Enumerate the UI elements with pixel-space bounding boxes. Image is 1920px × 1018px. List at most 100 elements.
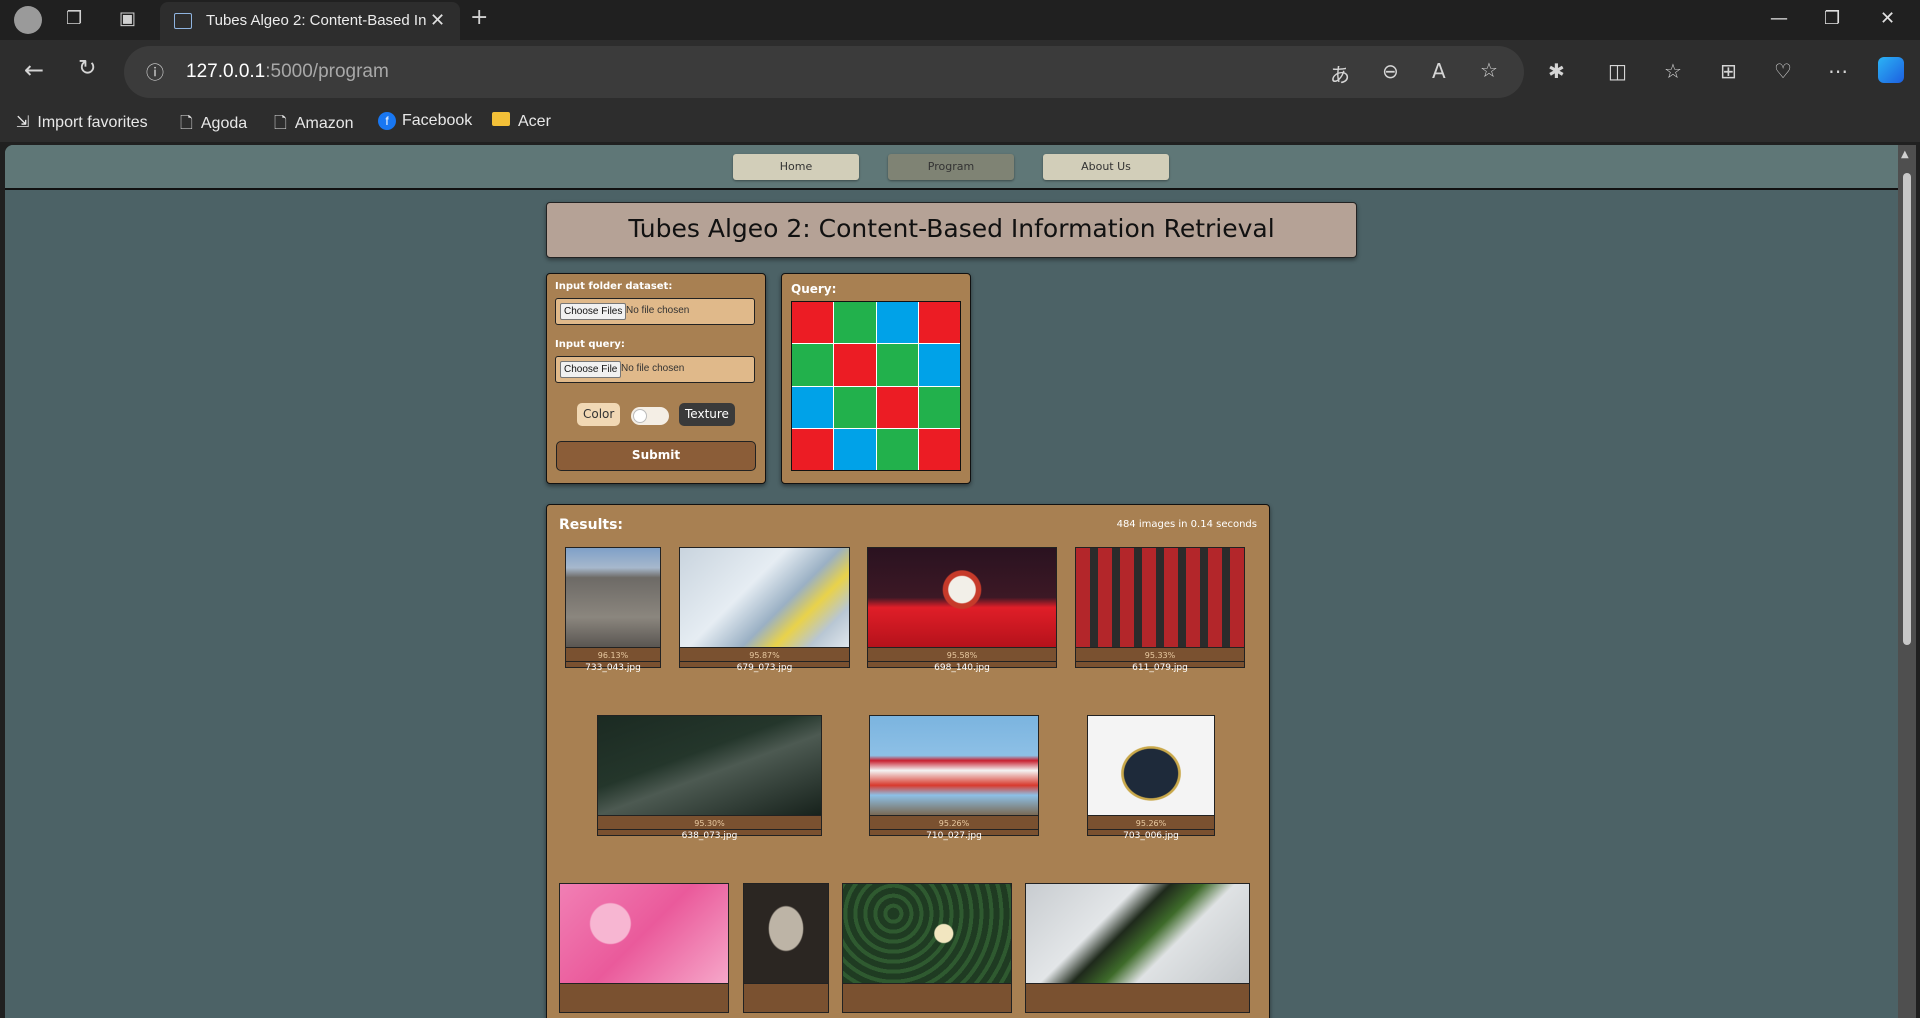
favorite-facebook[interactable]: f Facebook (378, 112, 472, 130)
close-window-icon[interactable]: ✕ (1880, 8, 1895, 29)
query-grid-cell (834, 428, 876, 470)
result-filename: 703_006.jpg (1123, 831, 1179, 841)
page-icon: 🗋 (180, 115, 193, 132)
result-card[interactable]: 95.26% 710_027.jpg (869, 715, 1039, 841)
page-icon: 🗋 (274, 115, 287, 132)
favorite-acer[interactable]: Acer (492, 112, 551, 131)
favorite-star-icon[interactable]: ☆ (1480, 58, 1498, 82)
result-image-plant-tag (843, 884, 1011, 984)
page-title: Tubes Algeo 2: Content-Based Information… (546, 202, 1357, 258)
favorites-icon[interactable]: ☆ (1664, 59, 1682, 83)
dataset-file-input[interactable]: Choose Files No file chosen (555, 298, 755, 325)
choose-files-button[interactable]: Choose Files (560, 303, 627, 320)
query-grid-cell (834, 344, 876, 386)
collections-icon[interactable]: ⊞ (1720, 59, 1737, 83)
color-mode-label[interactable]: Color (577, 403, 621, 426)
result-card[interactable] (1025, 883, 1250, 1013)
page-viewport: Home Program About Us Tubes Algeo 2: Con… (5, 145, 1898, 1018)
dataset-file-status: No file chosen (626, 305, 690, 316)
result-similarity: 95.58% (868, 649, 1056, 662)
result-similarity: 95.87% (680, 649, 849, 662)
query-grid-cell (918, 302, 960, 344)
result-similarity: 95.30% (598, 817, 821, 830)
result-image-cathedral (566, 548, 660, 648)
result-card[interactable] (559, 883, 729, 1013)
query-file-status: No file chosen (621, 363, 685, 374)
query-image (791, 301, 961, 471)
result-card[interactable]: 95.87% 679_073.jpg (679, 547, 850, 673)
result-filename: 710_027.jpg (926, 831, 982, 841)
favorite-amazon[interactable]: 🗋 Amazon (274, 112, 354, 139)
result-similarity: 95.33% (1076, 649, 1244, 662)
folder-icon (492, 112, 510, 126)
result-card[interactable] (842, 883, 1012, 1013)
toggle-knob (633, 409, 647, 423)
query-grid-cell (918, 386, 960, 428)
facebook-icon: f (378, 112, 396, 130)
import-icon: ⇲ (16, 114, 30, 131)
query-panel: Query: (781, 273, 971, 484)
zoom-out-icon[interactable]: ⊖ (1382, 59, 1399, 83)
result-card[interactable]: 96.13% 733_043.jpg (565, 547, 661, 673)
submit-button[interactable]: Submit (556, 441, 756, 471)
query-grid-cell (792, 386, 834, 428)
url-text: 127.0.0.1:5000/program (186, 61, 389, 82)
result-card[interactable] (743, 883, 829, 1013)
query-grid-cell (918, 428, 960, 470)
query-grid-cell (876, 386, 918, 428)
restore-icon[interactable]: ❐ (1824, 8, 1840, 29)
translate-icon[interactable]: あ (1330, 59, 1350, 88)
result-card[interactable]: 95.30% 638_073.jpg (597, 715, 822, 841)
color-texture-toggle[interactable] (631, 407, 669, 425)
texture-mode-label[interactable]: Texture (679, 403, 735, 426)
results-panel: Results: 484 images in 0.14 seconds 96.1… (546, 504, 1270, 1018)
scroll-up-icon[interactable]: ▲ (1901, 149, 1909, 160)
query-file-input[interactable]: Choose File No file chosen (555, 356, 755, 383)
choose-file-button[interactable]: Choose File (560, 361, 622, 378)
nav-about-button[interactable]: About Us (1043, 154, 1169, 180)
favorite-agoda[interactable]: 🗋 Agoda (180, 112, 247, 139)
page-scrollbar[interactable]: ▲ (1898, 145, 1916, 1018)
profile-avatar-icon[interactable] (14, 6, 42, 34)
workspaces-icon[interactable]: ❐ (66, 9, 82, 29)
result-card[interactable]: 95.33% 611_079.jpg (1075, 547, 1245, 673)
query-preview-label: Query: (791, 282, 837, 296)
result-image-remote (680, 548, 849, 648)
result-similarity: 95.26% (1088, 817, 1214, 830)
favorite-import[interactable]: ⇲ Import favorites (16, 112, 148, 132)
browser-tab-bar: ❐ ▣ Tubes Algeo 2: Content-Based Informa… (0, 0, 1920, 40)
copilot-icon[interactable] (1878, 57, 1904, 83)
address-bar[interactable]: ⓘ 127.0.0.1:5000/program あ ⊖ A ☆ (124, 46, 1524, 98)
browser-toolbar: ← ↻ ⓘ 127.0.0.1:5000/program あ ⊖ A ☆ ✱ ◫… (0, 40, 1920, 142)
vertical-tabs-icon[interactable]: ▣ (119, 9, 136, 29)
result-filename: 611_079.jpg (1132, 663, 1188, 673)
read-aloud-icon[interactable]: A (1432, 59, 1446, 83)
extensions-icon[interactable]: ✱ (1548, 59, 1565, 83)
query-grid-cell (792, 344, 834, 386)
query-grid-cell (792, 302, 834, 344)
more-options-icon[interactable]: ⋯ (1828, 59, 1848, 83)
result-similarity: 95.26% (870, 817, 1038, 830)
back-icon[interactable]: ← (24, 56, 44, 84)
new-tab-icon[interactable]: + (470, 7, 488, 29)
site-info-icon[interactable]: ⓘ (146, 59, 164, 85)
results-title: Results: (559, 517, 623, 533)
results-summary: 484 images in 0.14 seconds (1116, 519, 1257, 530)
result-filename: 638_073.jpg (681, 831, 738, 841)
minimize-icon[interactable]: — (1770, 8, 1788, 29)
query-grid-cell (876, 428, 918, 470)
nav-home-button[interactable]: Home (733, 154, 859, 180)
refresh-icon[interactable]: ↻ (78, 56, 96, 81)
result-card[interactable]: 95.26% 703_006.jpg (1087, 715, 1215, 841)
close-tab-icon[interactable]: ✕ (430, 10, 445, 31)
result-image-can-snow (1026, 884, 1249, 984)
query-input-label: Input query: (555, 339, 625, 350)
split-screen-icon[interactable]: ◫ (1608, 59, 1627, 83)
browser-tab-active[interactable]: Tubes Algeo 2: Content-Based Information… (160, 2, 460, 40)
result-card[interactable]: 95.58% 698_140.jpg (867, 547, 1057, 673)
nav-program-button[interactable]: Program (888, 154, 1014, 180)
scroll-thumb[interactable] (1903, 173, 1911, 645)
result-image-pink-keychain (560, 884, 728, 984)
browser-essentials-icon[interactable]: ♡ (1774, 59, 1792, 83)
result-image-can-keyboard (598, 716, 821, 816)
